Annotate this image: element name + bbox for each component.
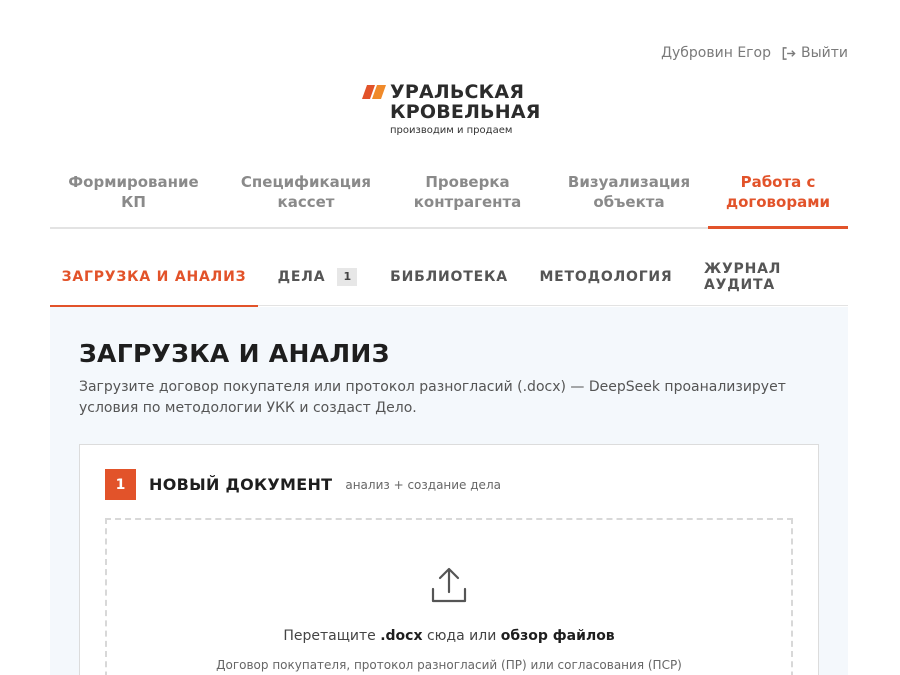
browse-files-link[interactable]: обзор файлов xyxy=(501,628,615,644)
dropzone-text: Перетащите .docx сюда или обзор файлов xyxy=(107,628,791,644)
logo-line-2: КРОВЕЛЬНАЯ xyxy=(390,101,541,123)
topnav-item-cassette-spec[interactable]: Спецификация кассет xyxy=(231,172,381,227)
dropzone-hint: Договор покупателя, протокол разногласий… xyxy=(216,658,682,672)
tab-upload-analysis[interactable]: ЗАГРУЗКА И АНАЛИЗ xyxy=(50,248,258,308)
sub-tabs: ЗАГРУЗКА И АНАЛИЗ ДЕЛА 1 БИБЛИОТЕКА МЕТО… xyxy=(50,248,850,308)
topnav-label: Спецификация кассет xyxy=(240,173,372,211)
logo-mark-icon xyxy=(362,85,386,99)
page: Дубровин Егор Выйти УРАЛЬСКАЯ КРОВЕЛЬНАЯ… xyxy=(0,0,900,675)
page-description: Загрузите договор покупателя или протоко… xyxy=(79,379,786,416)
topnav-label: Формирование КП xyxy=(68,173,199,211)
file-extension: .docx xyxy=(380,628,423,644)
tab-cases[interactable]: ДЕЛА 1 xyxy=(270,248,365,306)
topnav-item-kp[interactable]: Формирование КП xyxy=(50,172,217,227)
new-document-card: 1 НОВЫЙ ДОКУМЕНТ анализ + создание дела … xyxy=(79,444,819,675)
tab-label: ЖУРНАЛ АУДИТА xyxy=(704,261,782,293)
tab-methodology[interactable]: МЕТОДОЛОГИЯ xyxy=(538,248,674,306)
topnav-item-contracts[interactable]: Работа с договорами xyxy=(708,172,848,229)
top-navigation: Формирование КП Спецификация кассет Пров… xyxy=(50,172,848,229)
topnav-label: Визуализация объекта xyxy=(567,173,691,211)
upload-icon xyxy=(431,567,467,603)
logo-tagline: производим и продаем xyxy=(390,125,513,136)
user-bar: Дубровин Егор Выйти xyxy=(661,45,848,61)
logout-button[interactable]: Выйти xyxy=(781,45,848,61)
card-subtitle: анализ + создание дела xyxy=(345,477,501,492)
cases-count-badge: 1 xyxy=(337,268,358,286)
step-number: 1 xyxy=(105,469,136,500)
topnav-label: Проверка контрагента xyxy=(413,173,522,211)
logout-icon xyxy=(782,46,796,60)
dropzone-text-before: Перетащите xyxy=(283,628,376,644)
tab-label: БИБЛИОТЕКА xyxy=(390,269,508,285)
logo-line-1: УРАЛЬСКАЯ xyxy=(390,81,525,103)
card-title: НОВЫЙ ДОКУМЕНТ xyxy=(149,475,333,494)
company-logo[interactable]: УРАЛЬСКАЯ КРОВЕЛЬНАЯ производим и продае… xyxy=(362,82,541,136)
tab-label: МЕТОДОЛОГИЯ xyxy=(539,269,673,285)
tab-label: ДЕЛА xyxy=(277,269,326,285)
card-header: 1 НОВЫЙ ДОКУМЕНТ анализ + создание дела xyxy=(105,469,501,500)
topnav-item-counterparty-check[interactable]: Проверка контрагента xyxy=(395,172,540,227)
file-dropzone[interactable]: Перетащите .docx сюда или обзор файлов Д… xyxy=(105,518,793,675)
main-content: ЗАГРУЗКА И АНАЛИЗ Загрузите договор поку… xyxy=(50,307,848,675)
topnav-item-visualization[interactable]: Визуализация объекта xyxy=(555,172,703,227)
tab-audit-log[interactable]: ЖУРНАЛ АУДИТА xyxy=(704,248,850,306)
user-name: Дубровин Егор xyxy=(661,45,771,61)
tab-library[interactable]: БИБЛИОТЕКА xyxy=(388,248,510,306)
page-title: ЗАГРУЗКА И АНАЛИЗ xyxy=(79,339,390,368)
dropzone-text-middle: сюда или xyxy=(426,628,497,644)
logout-label: Выйти xyxy=(800,45,848,61)
tab-label: ЗАГРУЗКА И АНАЛИЗ xyxy=(61,269,247,285)
topnav-label: Работа с договорами xyxy=(726,173,830,211)
